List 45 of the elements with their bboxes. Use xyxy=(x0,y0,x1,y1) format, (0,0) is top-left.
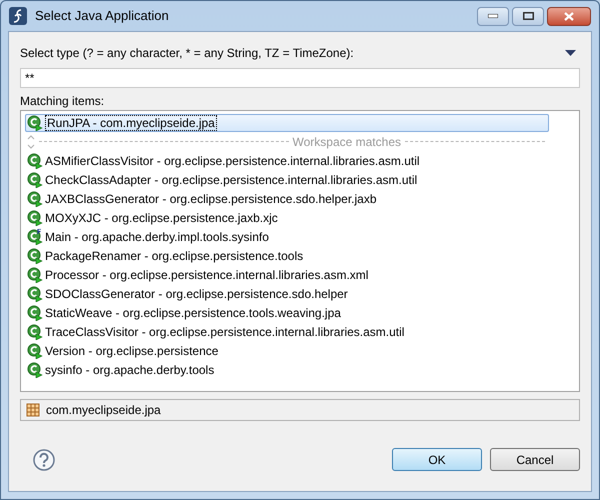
minimize-icon xyxy=(488,14,498,18)
list-item[interactable]: ASMifierClassVisitor - org.eclipse.persistence.internal.libraries.asm.util xyxy=(25,152,420,170)
filter-label: Select type (? = any character, * = any String, TZ = TimeZone): xyxy=(20,45,354,62)
dialog-button[interactable]: OK xyxy=(392,448,482,471)
filter-field[interactable]: ** xyxy=(20,68,580,88)
list-item[interactable]: StaticWeave - org.eclipse.persistence.tools.weaving.jpa xyxy=(25,304,341,322)
class-icon xyxy=(27,152,43,168)
list-item[interactable]: RunJPA - com.myeclipseide.jpa xyxy=(25,114,549,132)
list-item[interactable]: JAXBClassGenerator - org.eclipse.persistence.sdo.helper.jaxb xyxy=(25,190,376,208)
separator-label: Workspace matches xyxy=(292,134,401,150)
matching-list[interactable] xyxy=(20,110,580,392)
window-title: Select Java Application xyxy=(35,7,169,26)
class-icon xyxy=(27,114,43,130)
class-icon xyxy=(27,286,43,302)
maximize-icon xyxy=(522,12,534,20)
class-icon xyxy=(27,362,43,378)
list-item[interactable]: CheckClassAdapter - org.eclipse.persistence.internal.libraries.asm.util xyxy=(25,170,418,188)
class-icon xyxy=(27,210,43,226)
list-item[interactable]: Processor - org.eclipse.persistence.internal.libraries.asm.xml xyxy=(25,266,368,284)
list-item[interactable]: PackageRenamer - org.eclipse.persistence.tools xyxy=(25,246,304,264)
class-icon xyxy=(27,190,43,206)
maximize-button[interactable] xyxy=(512,6,544,26)
class-icon xyxy=(27,324,43,340)
details-text: com.myeclipseide.jpa xyxy=(46,402,161,419)
class-icon xyxy=(27,304,43,320)
list-label: Matching items: xyxy=(20,93,106,110)
close-icon xyxy=(564,12,574,20)
list-item[interactable]: MOXyXJC - org.eclipse.persistence.jaxb.xjc xyxy=(25,208,278,226)
list-item[interactable]: TraceClassVisitor - org.eclipse.persistence.internal.libraries.asm.util xyxy=(25,322,404,340)
class-icon xyxy=(27,248,43,264)
dialog-button[interactable]: Cancel xyxy=(490,448,580,471)
help-icon[interactable] xyxy=(33,448,55,470)
class-icon xyxy=(27,342,43,358)
close-button[interactable] xyxy=(547,6,591,26)
class-icon xyxy=(27,266,43,282)
list-item[interactable]: Version - org.eclipse.persistence xyxy=(25,342,218,360)
list-item[interactable]: SDOClassGenerator - org.eclipse.persistence.sdo.helper xyxy=(25,284,348,302)
list-item[interactable]: Main - org.apache.derby.impl.tools.sysinfo xyxy=(25,228,269,246)
main-class-icon xyxy=(27,228,43,244)
class-icon xyxy=(27,172,43,188)
package-icon xyxy=(26,403,40,417)
list-item[interactable]: sysinfo - org.apache.derby.tools xyxy=(25,360,214,378)
minimize-button[interactable] xyxy=(477,6,509,26)
dropdown-icon[interactable] xyxy=(565,50,576,56)
app-icon xyxy=(9,7,27,25)
